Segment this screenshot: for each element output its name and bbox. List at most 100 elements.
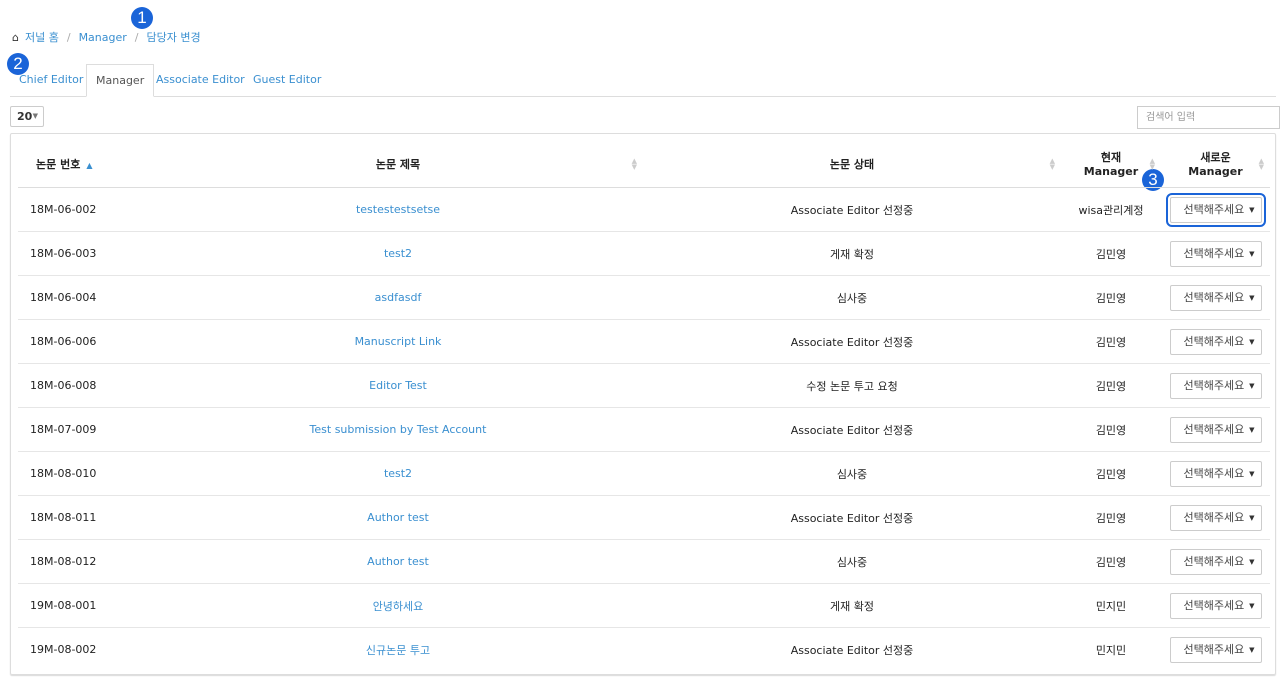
- manuscript-id: 18M-08-012: [18, 539, 153, 584]
- manuscript-table: 논문 번호 ▲ 논문 제목 ▲ ▼ 논문 상태 ▲ ▼ 현재 Manager ▲ ▼ 새…: [18, 143, 1270, 671]
- table-row: 18M-08-010 test2 심사중 김민영 선택해주세요 ▼: [18, 451, 1270, 496]
- new-manager-select[interactable]: 선택해주세요 ▼: [1169, 548, 1262, 575]
- manuscript-status: Associate Editor 선정중: [643, 187, 1061, 232]
- manuscript-status: 심사중: [643, 275, 1061, 320]
- current-manager: 김민영: [1061, 363, 1161, 408]
- search-input[interactable]: [1137, 106, 1280, 129]
- current-manager: 김민영: [1061, 319, 1161, 364]
- manuscript-status: 게재 확정: [643, 231, 1061, 276]
- manuscript-status: Associate Editor 선정중: [643, 407, 1061, 452]
- caret-down-icon: ▼: [1249, 469, 1255, 478]
- manuscript-title-link[interactable]: Author test: [367, 511, 429, 524]
- manuscript-title-link[interactable]: testestestsetse: [356, 203, 440, 216]
- manuscript-id: 18M-06-004: [18, 275, 153, 320]
- caret-down-icon: ▼: [1249, 249, 1255, 258]
- new-manager-select[interactable]: 선택해주세요 ▼: [1169, 592, 1262, 619]
- caret-down-icon: ▼: [32, 112, 38, 120]
- tab-associate-editor[interactable]: Associate Editor: [147, 64, 254, 96]
- manuscript-status: 심사중: [643, 451, 1061, 496]
- manuscript-id: 18M-06-008: [18, 363, 153, 408]
- current-manager: 김민영: [1061, 231, 1161, 276]
- manuscript-id: 18M-06-006: [18, 319, 153, 364]
- table-row: 18M-08-012 Author test 심사중 김민영 선택해주세요 ▼: [18, 539, 1270, 584]
- current-manager: 김민영: [1061, 451, 1161, 496]
- caret-down-icon: ▼: [1249, 601, 1255, 610]
- table-row: 18M-06-003 test2 게재 확정 김민영 선택해주세요 ▼: [18, 231, 1270, 276]
- current-manager: 김민영: [1061, 539, 1161, 584]
- table-header-row: 논문 번호 ▲ 논문 제목 ▲ ▼ 논문 상태 ▲ ▼ 현재 Manager ▲ ▼ 새…: [18, 143, 1270, 188]
- current-manager: 김민영: [1061, 407, 1161, 452]
- table-row: 19M-08-002 신규논문 투고 Associate Editor 선정중 …: [18, 628, 1270, 672]
- breadcrumb-manager[interactable]: Manager: [79, 31, 127, 44]
- table-row: 18M-06-006 Manuscript Link Associate Edi…: [18, 319, 1270, 364]
- breadcrumb: ⌂ 저널 홈 / Manager / 담당자 변경: [12, 29, 201, 45]
- caret-down-icon: ▼: [1249, 381, 1255, 390]
- manuscript-id: 18M-08-010: [18, 451, 153, 496]
- sort-icon: ▲ ▼: [1049, 157, 1055, 171]
- manuscript-title-link[interactable]: Author test: [367, 555, 429, 568]
- manuscript-status: 심사중: [643, 539, 1061, 584]
- annotation-marker-1: 1: [131, 7, 153, 29]
- manuscript-title-link[interactable]: asdfasdf: [375, 291, 422, 304]
- table-row: 19M-08-001 안녕하세요 게재 확정 민지민 선택해주세요 ▼: [18, 583, 1270, 628]
- manuscript-title-link[interactable]: 신규논문 투고: [366, 644, 430, 657]
- manuscript-title-link[interactable]: Manuscript Link: [355, 335, 442, 348]
- sort-icon: ▲ ▼: [631, 157, 637, 171]
- caret-down-icon: ▼: [1249, 425, 1255, 434]
- new-manager-select[interactable]: 선택해주세요 ▼: [1169, 636, 1262, 663]
- caret-down-icon: ▼: [1249, 337, 1255, 346]
- table-row: 18M-06-008 Editor Test 수정 논문 투고 요청 김민영 선…: [18, 363, 1270, 408]
- page-size-select[interactable]: 20 ▼: [10, 106, 44, 127]
- tab-manager[interactable]: Manager: [86, 64, 155, 97]
- manuscript-status: Associate Editor 선정중: [790, 643, 914, 657]
- tab-chief-editor[interactable]: Chief Editor: [10, 64, 92, 96]
- current-manager: 김민영: [1061, 495, 1161, 540]
- new-manager-select[interactable]: 선택해주세요 ▼: [1169, 240, 1262, 267]
- manuscript-title-link[interactable]: Editor Test: [369, 379, 427, 392]
- manuscript-id: 18M-08-011: [18, 495, 153, 540]
- manuscript-id: 18M-06-003: [18, 231, 153, 276]
- manuscript-id: 19M-08-001: [18, 583, 153, 628]
- caret-down-icon: ▼: [1249, 293, 1255, 302]
- sort-icon: ▲ ▼: [1149, 157, 1155, 171]
- sort-ascending-icon: ▲: [86, 160, 93, 170]
- manuscript-title-link[interactable]: test2: [384, 467, 412, 480]
- breadcrumb-separator: /: [134, 30, 139, 44]
- new-manager-select[interactable]: 선택해주세요 ▼: [1169, 372, 1262, 399]
- breadcrumb-current: 담당자 변경: [146, 31, 201, 44]
- breadcrumb-home[interactable]: 저널 홈: [25, 29, 59, 45]
- column-header-new-manager[interactable]: 새로운 Manager ▲ ▼: [1161, 143, 1270, 188]
- new-manager-select[interactable]: 선택해주세요 ▼: [1169, 328, 1262, 355]
- table-row: 18M-07-009 Test submission by Test Accou…: [18, 407, 1270, 452]
- column-header-status[interactable]: 논문 상태 ▲ ▼: [643, 143, 1061, 188]
- new-manager-select[interactable]: 선택해주세요 ▼: [1169, 284, 1262, 311]
- current-manager: 김민영: [1061, 275, 1161, 320]
- sort-icon: ▲ ▼: [1258, 157, 1264, 171]
- manuscript-title-link[interactable]: 안녕하세요: [373, 600, 424, 613]
- breadcrumb-separator: /: [66, 30, 71, 44]
- page-size-value: 20: [17, 110, 33, 123]
- table-row: 18M-06-002 testestestsetse Associate Edi…: [18, 187, 1270, 232]
- home-icon: ⌂: [12, 30, 19, 44]
- column-header-id[interactable]: 논문 번호 ▲: [18, 143, 153, 188]
- caret-down-icon: ▼: [1249, 645, 1255, 654]
- manuscript-id: 19M-08-002: [30, 643, 97, 656]
- new-manager-select[interactable]: 선택해주세요 ▼: [1169, 416, 1262, 443]
- new-manager-select[interactable]: 선택해주세요 ▼: [1169, 460, 1262, 487]
- manuscript-title-link[interactable]: Test submission by Test Account: [310, 423, 487, 436]
- manuscript-status: Associate Editor 선정중: [643, 319, 1061, 364]
- caret-down-icon: ▼: [1249, 557, 1255, 566]
- manuscript-status: 수정 논문 투고 요청: [643, 363, 1061, 408]
- role-tabs: Chief Editor Manager Associate Editor Gu…: [10, 64, 1276, 97]
- column-header-title[interactable]: 논문 제목 ▲ ▼: [153, 143, 643, 188]
- table-row: 18M-08-011 Author test Associate Editor …: [18, 495, 1270, 540]
- new-manager-select[interactable]: 선택해주세요 ▼: [1169, 504, 1262, 531]
- new-manager-select[interactable]: 선택해주세요 ▼: [1165, 192, 1266, 227]
- current-manager: wisa관리계정: [1061, 187, 1161, 232]
- manuscript-status: Associate Editor 선정중: [643, 495, 1061, 540]
- tab-guest-editor[interactable]: Guest Editor: [244, 64, 330, 96]
- column-header-current-manager[interactable]: 현재 Manager ▲ ▼: [1061, 143, 1161, 188]
- manuscript-id: 18M-07-009: [18, 407, 153, 452]
- current-manager: 민지민: [1095, 643, 1127, 657]
- manuscript-title-link[interactable]: test2: [384, 247, 412, 260]
